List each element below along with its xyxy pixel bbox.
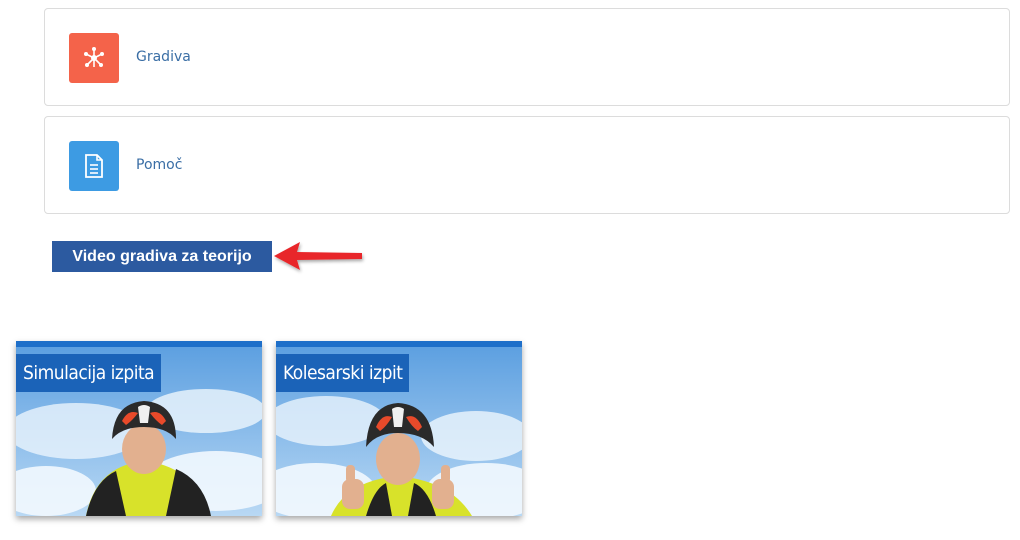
document-icon xyxy=(69,141,119,191)
thumbnail-top-bar xyxy=(16,341,262,347)
arrow-left-icon xyxy=(274,242,362,270)
video-thumbnail-simulacija[interactable]: Simulacija izpita xyxy=(16,341,262,516)
course-card-gradiva[interactable]: Gradiva xyxy=(44,8,1010,106)
card-label-pomoc[interactable]: Pomoč xyxy=(136,117,182,213)
video-materials-button[interactable]: Video gradiva za teorijo xyxy=(52,241,272,272)
video-thumbnail-kolesarski[interactable]: Kolesarski izpit xyxy=(276,341,522,516)
thumbnail-top-bar xyxy=(276,341,522,347)
course-card-pomoc[interactable]: Pomoč xyxy=(44,116,1010,214)
network-hub-icon xyxy=(69,33,119,83)
video-title: Simulacija izpita xyxy=(16,354,162,392)
video-title: Kolesarski izpit xyxy=(276,354,410,392)
card-label-gradiva[interactable]: Gradiva xyxy=(136,9,191,105)
